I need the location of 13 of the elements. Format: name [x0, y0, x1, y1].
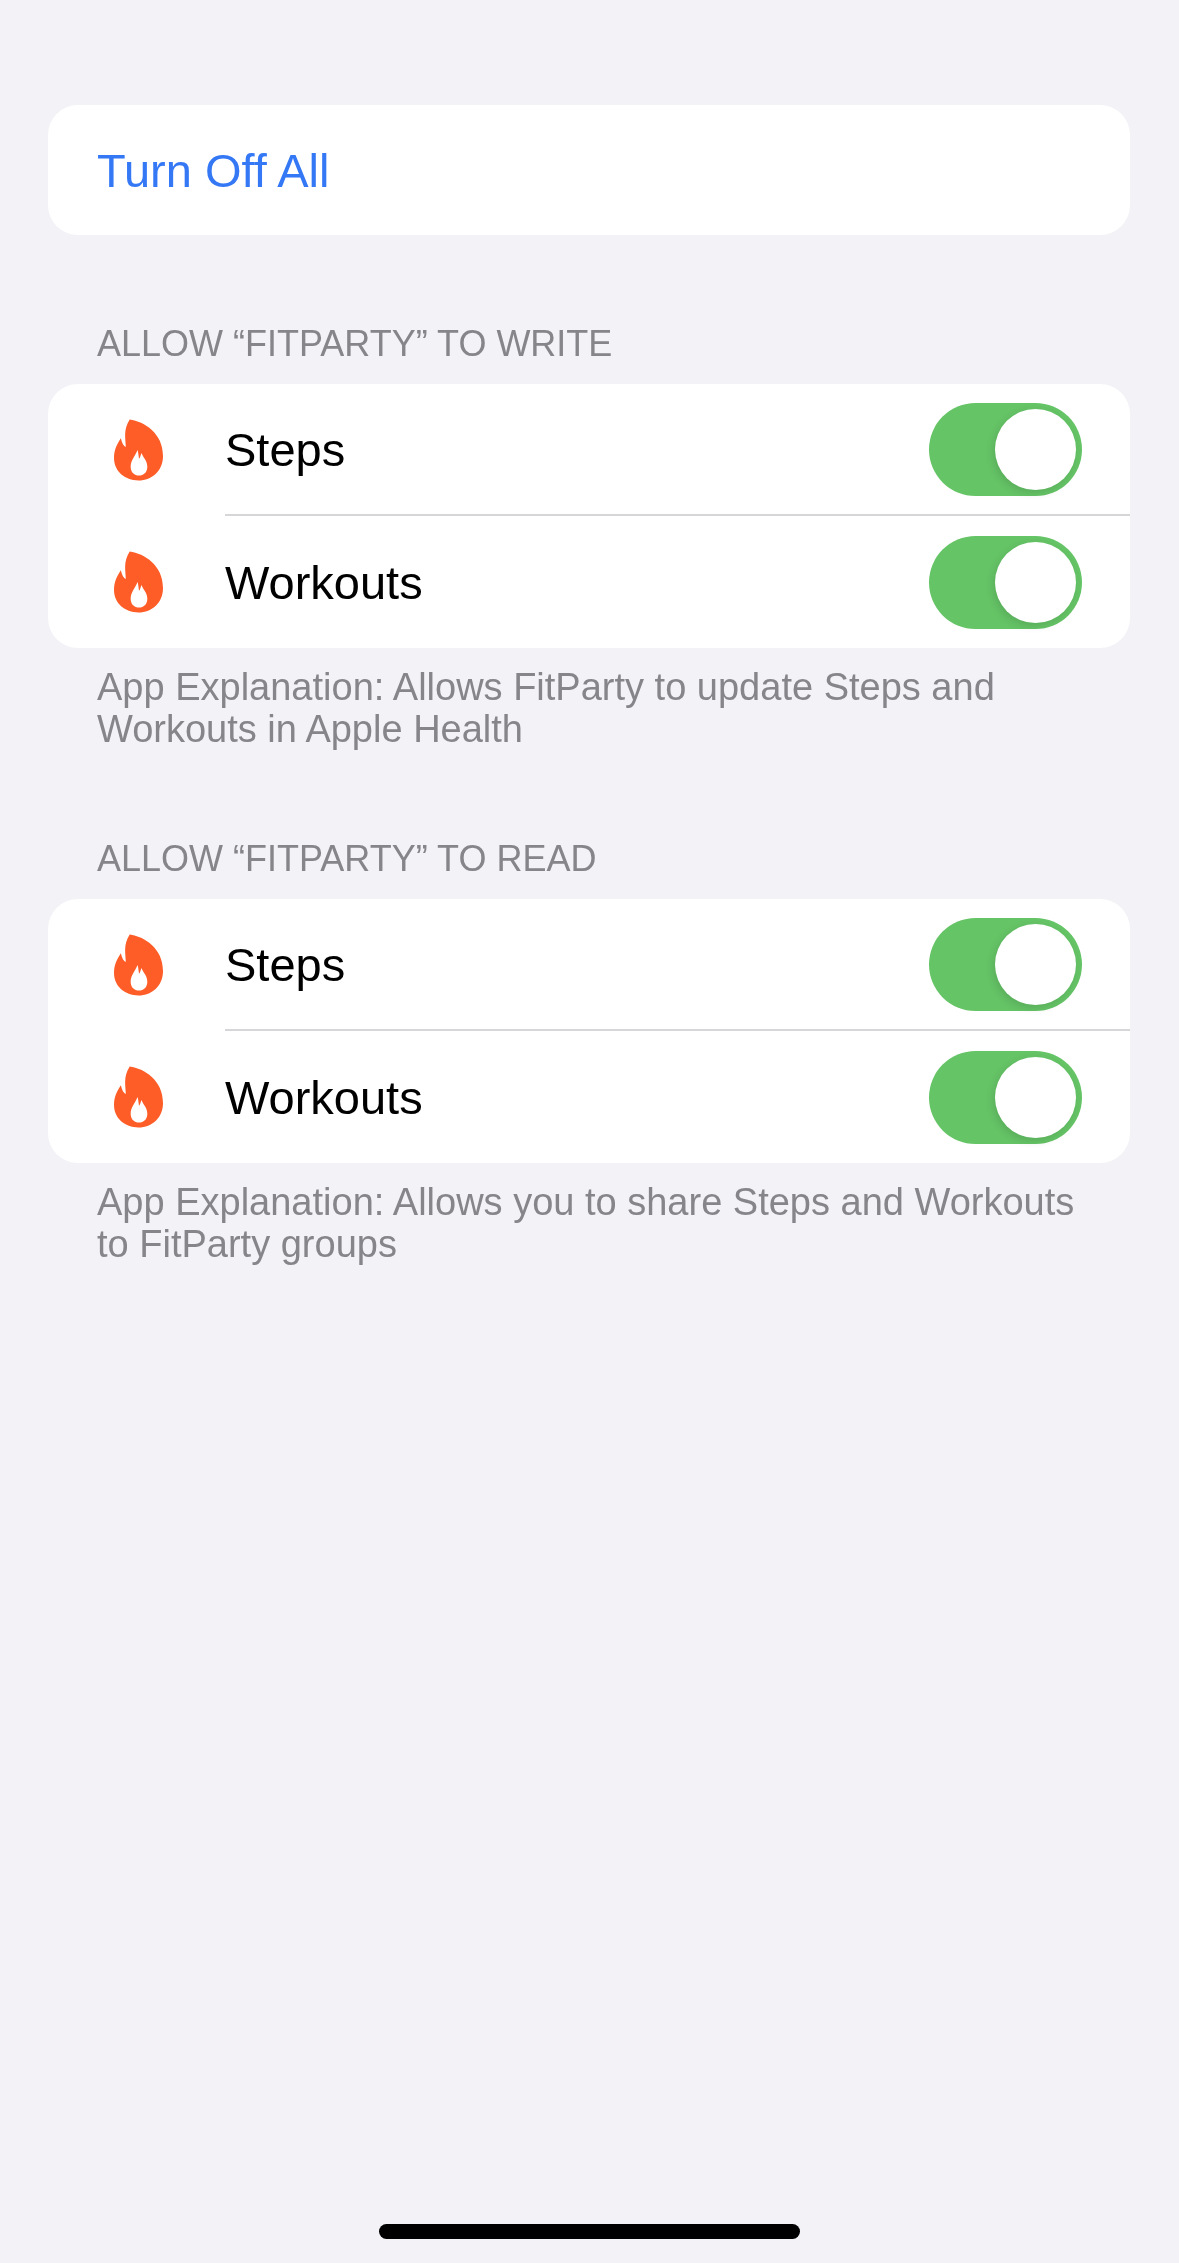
flame-icon	[114, 419, 163, 481]
turn-off-all-button[interactable]: Turn Off All	[48, 105, 1130, 235]
section-header: ALLOW “FITPARTY” TO WRITE	[97, 322, 614, 366]
flame-icon	[114, 551, 163, 613]
setting-label: Workouts	[225, 554, 423, 610]
setting-label: Steps	[225, 936, 346, 992]
setting-label: Workouts	[225, 1069, 423, 1125]
setting-label: Steps	[225, 421, 346, 477]
section-footer-text: App Explanation: Allows FitParty to update Steps and Workouts in Apple Health	[97, 666, 996, 750]
section-header: ALLOW “FITPARTY” TO READ	[97, 837, 598, 881]
flame-icon	[114, 1066, 163, 1128]
flame-icon	[114, 934, 163, 996]
section-footer-text: App Explanation: Allows you to share Steps and Workouts to FitParty groups	[97, 1181, 1076, 1265]
